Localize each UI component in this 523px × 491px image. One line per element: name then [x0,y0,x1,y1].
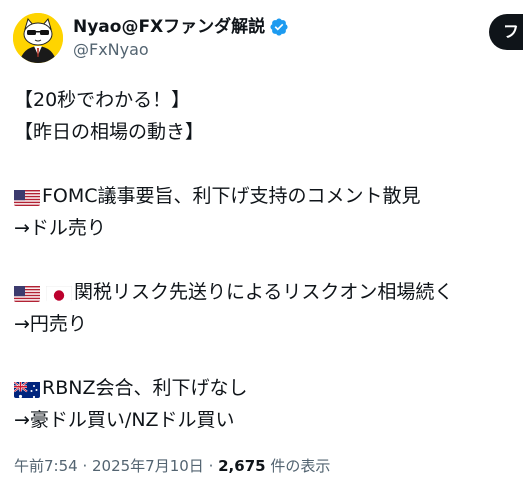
author-name-row[interactable]: Nyao@FXファンダ解説 [73,17,289,37]
tweet-line: RBNZ会合、利下げなし [14,372,519,404]
tweet-line: 関税リスク先送りによるリスクオン相場続く [14,276,519,308]
tweet-line-text: 【20秒でわかる！】 [14,89,191,111]
tweet-line: FOMC議事要旨、利下げ支持のコメント散見 [14,180,519,212]
tweet-line-text: →豪ドル買い/NZドル買い [14,409,235,431]
tweet-header: Nyao@FXファンダ解説 @FxNyao [13,12,289,64]
tweet-line: 【昨日の相場の動き】 [14,116,519,148]
tweet-line: 【20秒でわかる！】 [14,84,519,116]
verified-badge-icon[interactable] [269,17,289,37]
tweet-line: →豪ドル買い/NZドル買い [14,404,519,436]
cat-avatar-icon[interactable] [13,13,63,63]
us-flag-icon [14,283,40,302]
tweet-meta: 午前7:54 · 2025年7月10日 · 2,675 件の表示 [14,456,330,476]
tweet-date[interactable]: 2025年7月10日 [92,457,204,475]
author-display-name[interactable]: Nyao@FXファンダ解説 [73,17,265,37]
views-label[interactable]: 件の表示 [266,457,330,475]
meta-separator: · [203,457,219,475]
tweet-line: →ドル売り [14,212,519,244]
author-names: Nyao@FXファンダ解説 @FxNyao [73,17,289,60]
tweet-line-text: 【昨日の相場の動き】 [14,121,205,143]
follow-button[interactable]: フ [489,14,523,50]
tweet-line-text: →ドル売り [14,217,106,239]
us-flag-icon [14,187,40,206]
tweet-line-text: 関税リスク先送りによるリスクオン相場続く [74,281,454,303]
jp-flag-icon [46,283,72,302]
au-flag-icon [14,379,40,398]
tweet-time[interactable]: 午前7:54 [14,457,78,475]
tweet-text: 【20秒でわかる！】 【昨日の相場の動き】 FOMC議事要旨、利下げ支持のコメント散… [14,84,519,436]
tweet-line-text: →円売り [14,313,87,335]
tweet-line-text: FOMC議事要旨、利下げ支持のコメント散見 [42,185,421,207]
tweet-line: →円売り [14,308,519,340]
author-handle[interactable]: @FxNyao [73,40,289,60]
tweet-line-text: RBNZ会合、利下げなし [42,377,248,399]
views-count[interactable]: 2,675 [218,457,265,475]
meta-separator: · [77,457,92,475]
